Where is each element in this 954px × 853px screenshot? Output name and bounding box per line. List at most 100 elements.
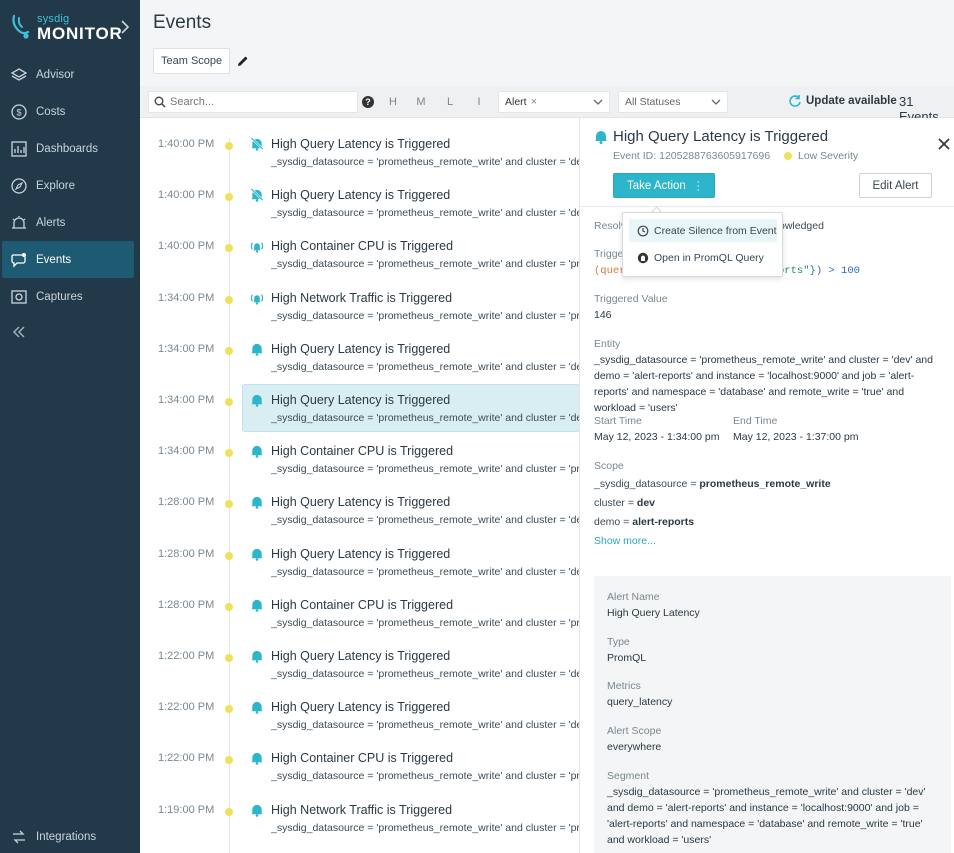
severity-low-filter[interactable]: L bbox=[439, 92, 461, 112]
event-card[interactable] bbox=[242, 384, 580, 432]
severity-dot bbox=[225, 807, 233, 816]
event-card[interactable] bbox=[242, 282, 580, 330]
severity-info-filter[interactable]: I bbox=[468, 92, 490, 112]
severity-dot bbox=[225, 449, 233, 458]
bell-icon bbox=[251, 497, 263, 510]
event-title: High Network Traffic is Triggered bbox=[271, 290, 453, 305]
sidebar-bottom: Integrations bbox=[0, 818, 140, 853]
resolution-status: owledged bbox=[779, 220, 824, 232]
event-scope: _sysdig_datasource = 'prometheus_remote_… bbox=[271, 616, 579, 629]
bell-icon bbox=[251, 343, 263, 356]
event-time: 1:34:00 PM bbox=[158, 342, 215, 355]
start-time-label: Start Time bbox=[594, 415, 642, 427]
create-silence-menu-item[interactable]: Create Silence from Event bbox=[629, 219, 777, 242]
sidebar: sysdig MONITOR Advisor $ Costs Dashboard… bbox=[0, 0, 140, 853]
event-scope: _sysdig_datasource = 'prometheus_remote_… bbox=[271, 668, 579, 680]
clear-filter-icon[interactable]: × bbox=[531, 96, 537, 108]
event-row[interactable]: 1:34:00 PM High Query Latency is Triggere… bbox=[140, 380, 580, 432]
event-row[interactable]: 1:34:00 PM High Network Traffic is Trigge… bbox=[140, 278, 580, 329]
type-filter-value: Alert bbox=[505, 96, 527, 108]
event-card[interactable] bbox=[242, 486, 580, 534]
event-card[interactable] bbox=[242, 230, 580, 278]
collapse-sidebar-icon[interactable] bbox=[12, 325, 26, 339]
event-time: 1:34:00 PM bbox=[158, 445, 215, 458]
sidebar-item-captures[interactable]: Captures bbox=[0, 278, 140, 315]
query-start-text: (quer bbox=[594, 265, 626, 277]
event-card[interactable] bbox=[242, 742, 580, 790]
help-icon[interactable]: ? bbox=[362, 96, 374, 108]
severity-label: Low Severity bbox=[798, 150, 859, 162]
metrics-value: query_latency bbox=[607, 696, 673, 708]
sidebar-item-label: Captures bbox=[36, 290, 83, 303]
pencil-icon[interactable] bbox=[236, 54, 250, 68]
event-row[interactable]: 1:34:00 PM High Query Latency is Triggere… bbox=[140, 329, 580, 380]
event-card[interactable] bbox=[242, 333, 580, 381]
edit-alert-button[interactable]: Edit Alert bbox=[859, 173, 932, 198]
type-value: PromQL bbox=[607, 652, 647, 664]
search-box[interactable] bbox=[148, 91, 358, 113]
chart-icon bbox=[11, 140, 27, 157]
event-row[interactable]: 1:19:00 PM High Network Traffic is Trigge… bbox=[140, 790, 580, 841]
event-row[interactable]: 1:16:00 PMHigh Container CPU is Triggere… bbox=[140, 841, 580, 853]
event-row[interactable]: 1:28:00 PM High Container CPU is Triggere… bbox=[140, 585, 580, 636]
status-filter-select[interactable]: All Statuses bbox=[618, 91, 728, 113]
ringing-bell-icon bbox=[250, 294, 264, 305]
sidebar-item-events[interactable]: Events bbox=[2, 241, 134, 278]
event-row[interactable]: 1:28:00 PM High Query Latency is Triggere… bbox=[140, 482, 580, 533]
ringing-bell-icon bbox=[250, 242, 264, 254]
trigger-label: Trigge bbox=[594, 248, 624, 260]
severity-dot bbox=[225, 346, 233, 355]
update-label: Update available bbox=[806, 95, 897, 107]
severity-high-filter[interactable]: H bbox=[382, 92, 404, 112]
event-card[interactable] bbox=[242, 691, 580, 739]
chevron-right-icon[interactable] bbox=[120, 20, 130, 34]
event-card[interactable] bbox=[242, 845, 580, 853]
event-card[interactable] bbox=[242, 128, 580, 176]
event-card[interactable] bbox=[242, 589, 580, 637]
event-row[interactable]: 1:40:00 PM High Query Latency is Triggere… bbox=[140, 124, 580, 175]
event-row[interactable]: 1:40:00 PM High Container CPU is Triggere… bbox=[140, 226, 580, 277]
sidebar-item-advisor[interactable]: Advisor bbox=[0, 56, 140, 93]
sysdig-logo[interactable]: sysdig MONITOR bbox=[10, 12, 134, 44]
event-row[interactable]: 1:22:00 PM High Container CPU is Triggere… bbox=[140, 738, 580, 789]
sidebar-item-dashboards[interactable]: Dashboards bbox=[0, 130, 140, 167]
sidebar-item-integrations[interactable]: Integrations bbox=[0, 818, 140, 853]
query-end: orts"}) > 100 bbox=[778, 263, 860, 279]
team-scope-button[interactable]: Team Scope bbox=[153, 48, 231, 74]
event-card[interactable] bbox=[242, 794, 580, 842]
event-title: High Query Latency is Triggered bbox=[271, 495, 451, 510]
scope-value: prometheus_remote_write bbox=[699, 478, 831, 490]
scope-key: _sysdig_datasource bbox=[594, 478, 688, 490]
bell-icon bbox=[251, 446, 263, 458]
event-card[interactable] bbox=[242, 179, 580, 227]
event-row[interactable]: 1:34:00 PM High Container CPU is Triggere… bbox=[140, 431, 580, 482]
event-row[interactable]: 1:28:00 PM High Query Latency is Triggere… bbox=[140, 534, 580, 585]
type-filter-select[interactable]: Alert × bbox=[498, 91, 610, 113]
event-card[interactable] bbox=[242, 538, 580, 586]
sidebar-item-costs[interactable]: $ Costs bbox=[0, 93, 140, 130]
event-card[interactable] bbox=[242, 435, 580, 483]
search-input[interactable] bbox=[170, 96, 350, 108]
event-time: 1:22:00 PM bbox=[158, 752, 215, 765]
sidebar-item-explore[interactable]: Explore bbox=[0, 167, 140, 204]
show-more-link[interactable]: Show more... bbox=[594, 535, 656, 547]
bell-icon bbox=[595, 131, 607, 144]
severity-medium-filter[interactable]: M bbox=[410, 92, 432, 112]
bell-icon bbox=[251, 753, 263, 766]
alert-scope-value: everywhere bbox=[607, 741, 662, 753]
open-promql-menu-item[interactable]: Open in PromQL Query bbox=[629, 246, 777, 269]
event-card[interactable] bbox=[242, 640, 580, 688]
scope-item: _sysdig_datasource = prometheus_remote_w… bbox=[594, 478, 831, 490]
event-time: 1:19:00 PM bbox=[158, 803, 215, 816]
update-available-button[interactable]: Update available bbox=[788, 94, 897, 108]
close-icon[interactable] bbox=[938, 138, 950, 150]
take-action-button[interactable]: Take Action · · · bbox=[613, 173, 715, 198]
scope-value: alert-reports bbox=[632, 516, 695, 528]
event-row[interactable]: 1:22:00 PM High Query Latency is Triggere… bbox=[140, 636, 580, 687]
event-scope: _sysdig_datasource = 'prometheus_remote_… bbox=[271, 156, 579, 168]
sidebar-item-alerts[interactable]: Alerts bbox=[0, 204, 140, 241]
alert-scope-label: Alert Scope bbox=[607, 725, 662, 737]
event-row[interactable]: 1:40:00 PM High Query Latency is Triggere… bbox=[140, 175, 580, 226]
clock-icon bbox=[637, 225, 649, 236]
event-row[interactable]: 1:22:00 PM High Query Latency is Triggere… bbox=[140, 687, 580, 738]
